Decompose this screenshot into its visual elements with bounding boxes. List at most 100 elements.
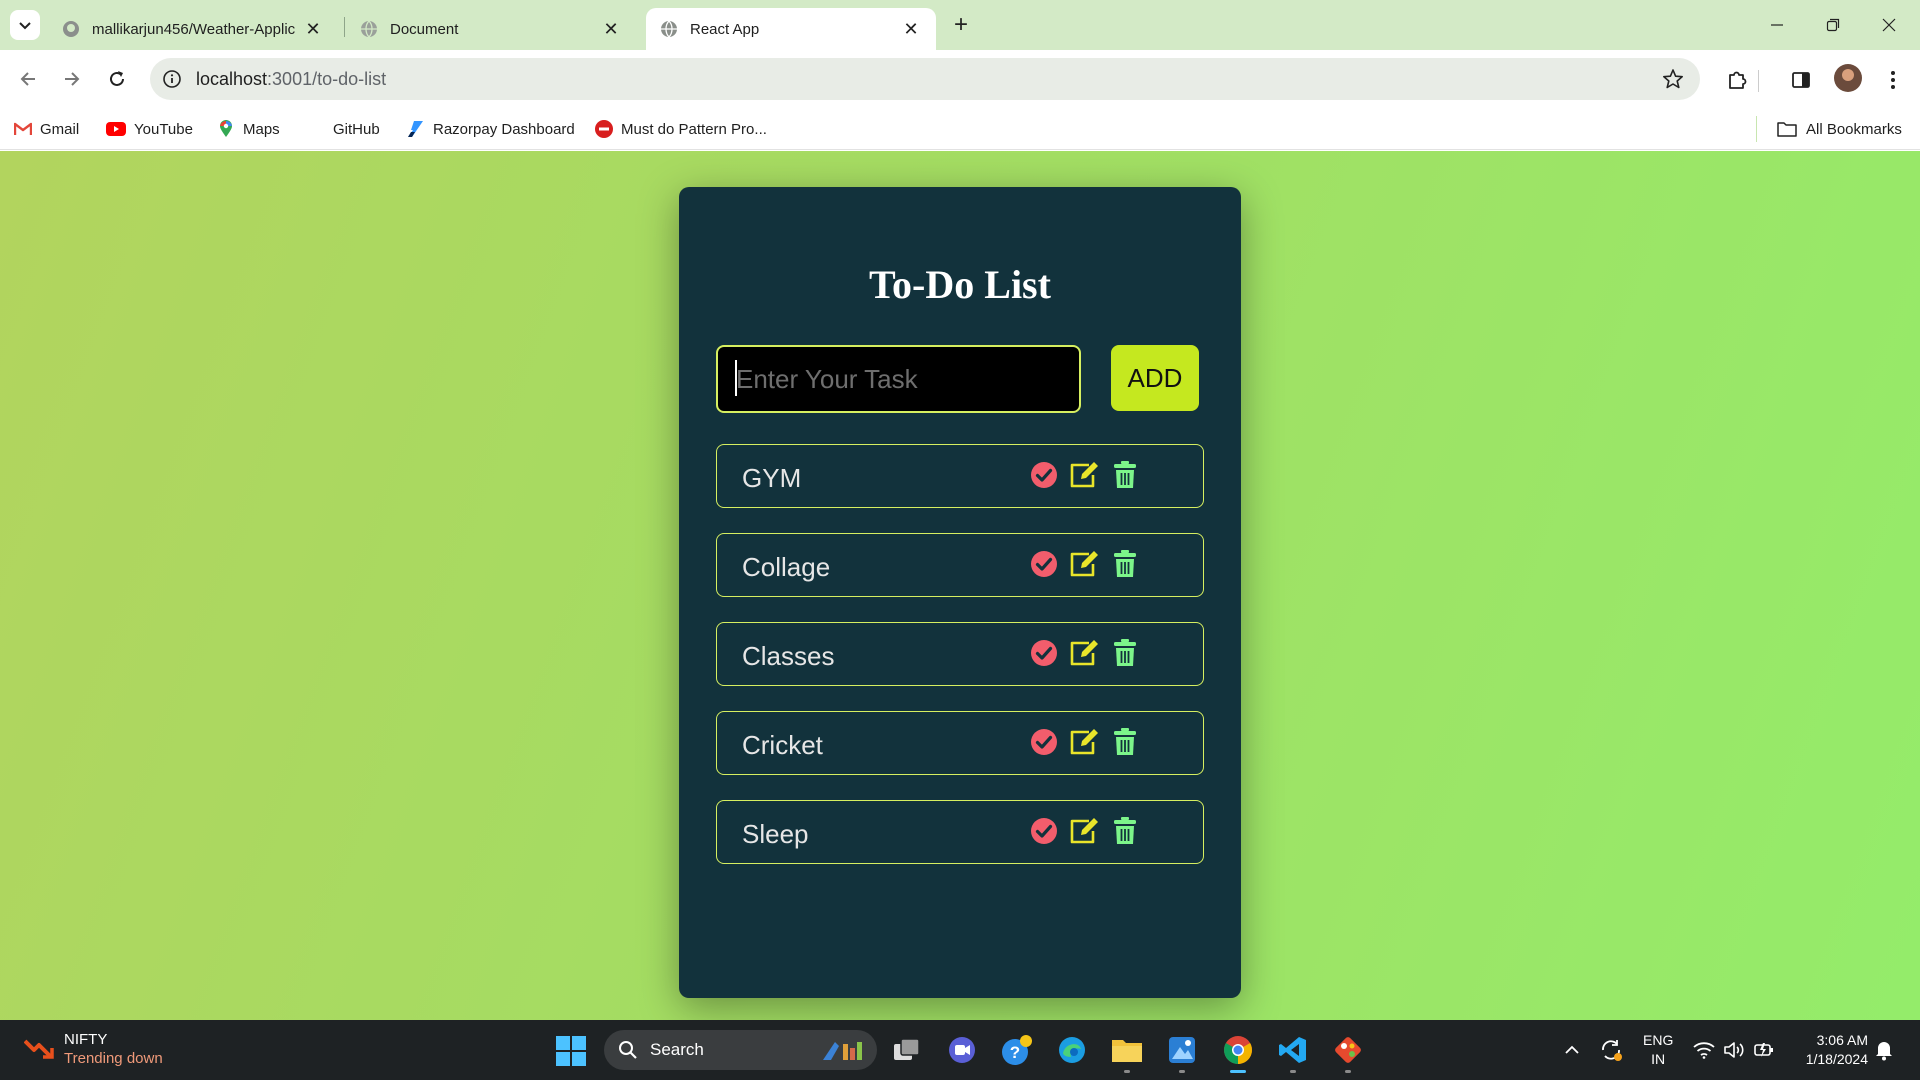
bookmark-youtube[interactable]: YouTube [106, 118, 193, 140]
youtube-icon [106, 120, 126, 138]
todo-item: Classes [716, 622, 1204, 686]
delete-icon[interactable] [1110, 816, 1140, 846]
wifi-icon [1693, 1042, 1715, 1059]
bookmark-github[interactable]: GitHub [333, 118, 380, 140]
chat-icon [949, 1037, 975, 1063]
bookmark-label: YouTube [134, 120, 193, 138]
language-indicator[interactable]: ENG IN [1643, 1031, 1673, 1069]
notifications-button[interactable] [1872, 1038, 1896, 1062]
bell-icon [1876, 1042, 1892, 1061]
volume-status[interactable] [1722, 1038, 1746, 1062]
tab-search-button[interactable] [10, 10, 40, 40]
delete-icon[interactable] [1110, 460, 1140, 490]
sync-status[interactable] [1599, 1038, 1623, 1062]
delete-icon[interactable] [1110, 727, 1140, 757]
edit-icon[interactable] [1069, 460, 1099, 490]
text-caret [735, 360, 737, 396]
start-button[interactable] [556, 1036, 586, 1066]
edit-icon[interactable] [1069, 727, 1099, 757]
tab-document[interactable]: Document ✕ [346, 8, 636, 50]
news-widget[interactable]: NIFTY Trending down [24, 1030, 163, 1068]
running-indicator [1179, 1070, 1185, 1073]
tab-strip: mallikarjun456/Weather-Applic ✕ Document… [0, 0, 1920, 50]
chrome-icon [1224, 1036, 1252, 1064]
complete-icon[interactable] [1029, 816, 1059, 846]
speaker-icon [1724, 1042, 1744, 1058]
bookmark-maps[interactable]: Maps [217, 118, 280, 140]
file-explorer-app[interactable] [1110, 1033, 1144, 1073]
reload-button[interactable] [102, 64, 132, 94]
clock[interactable]: 3:06 AM 1/18/2024 [1788, 1031, 1868, 1069]
teams-app[interactable] [945, 1033, 979, 1067]
svg-text:?: ? [1010, 1043, 1020, 1062]
running-indicator [1124, 1070, 1130, 1073]
tab-title: React App [690, 20, 760, 38]
arrow-left-icon [20, 72, 35, 86]
show-hidden-icons[interactable] [1560, 1038, 1584, 1062]
edit-icon[interactable] [1069, 816, 1099, 846]
delete-icon[interactable] [1110, 549, 1140, 579]
complete-icon[interactable] [1029, 727, 1059, 757]
task-view-button[interactable] [890, 1033, 924, 1067]
close-icon[interactable]: ✕ [302, 18, 324, 40]
todo-item: GYM [716, 444, 1204, 508]
minimize-button[interactable] [1754, 10, 1800, 40]
search-label: Search [650, 1040, 704, 1059]
close-icon [1882, 18, 1896, 32]
star-icon[interactable] [1662, 68, 1684, 90]
back-button[interactable] [13, 64, 43, 94]
side-panel-button[interactable] [1788, 67, 1814, 93]
add-button[interactable]: ADD [1111, 345, 1199, 411]
close-icon[interactable]: ✕ [900, 18, 922, 40]
complete-icon[interactable] [1029, 460, 1059, 490]
bookmark-razorpay[interactable]: Razorpay Dashboard [407, 118, 575, 140]
edge-app[interactable] [1055, 1033, 1089, 1067]
taskbar-search[interactable]: Search [604, 1030, 877, 1070]
bookmark-pattern[interactable]: Must do Pattern Pro... [595, 118, 767, 140]
new-tab-button[interactable]: + [948, 12, 974, 38]
delete-icon[interactable] [1110, 638, 1140, 668]
close-icon[interactable]: ✕ [600, 18, 622, 40]
extensions-button[interactable] [1724, 67, 1750, 93]
all-bookmarks-button[interactable]: All Bookmarks [1776, 118, 1902, 140]
todo-text: Collage [742, 552, 831, 582]
todo-card: To-Do List ADD GYM Collage Classes [679, 187, 1241, 998]
vscode-app[interactable] [1276, 1033, 1310, 1073]
battery-status[interactable] [1752, 1038, 1776, 1062]
edit-icon[interactable] [1069, 638, 1099, 668]
window-close-button[interactable] [1866, 10, 1912, 40]
bookmarks-divider [1756, 116, 1757, 142]
git-icon [1335, 1037, 1361, 1063]
news-subtitle: Trending down [64, 1050, 163, 1067]
task-view-icon [894, 1038, 920, 1060]
tuf-icon [595, 120, 613, 138]
photos-app[interactable] [1165, 1033, 1199, 1073]
bookmark-gmail[interactable]: Gmail [14, 118, 79, 140]
tab-weather-app[interactable]: mallikarjun456/Weather-Applic ✕ [48, 8, 338, 50]
bookmark-label: Razorpay Dashboard [433, 120, 575, 138]
help-app[interactable]: ? [1000, 1033, 1034, 1067]
complete-icon[interactable] [1029, 549, 1059, 579]
toolbar-divider [1758, 70, 1759, 92]
github-icon [62, 20, 80, 38]
info-icon[interactable] [162, 69, 182, 89]
wifi-status[interactable] [1692, 1038, 1716, 1062]
reload-icon [110, 71, 124, 86]
tab-react-app[interactable]: React App ✕ [646, 8, 936, 50]
menu-button[interactable] [1880, 67, 1906, 93]
complete-icon[interactable] [1029, 638, 1059, 668]
chrome-app[interactable] [1221, 1033, 1255, 1073]
profile-avatar[interactable] [1834, 64, 1862, 92]
task-input[interactable] [716, 345, 1081, 413]
folder-icon [1776, 120, 1798, 138]
edit-icon[interactable] [1069, 549, 1099, 579]
page-background: To-Do List ADD GYM Collage Classes [0, 151, 1920, 1020]
side-panel-icon [1792, 72, 1810, 88]
restore-button[interactable] [1810, 10, 1856, 40]
running-indicator [1290, 1070, 1296, 1073]
forward-button[interactable] [57, 64, 87, 94]
vscode-icon [1279, 1037, 1306, 1063]
git-app[interactable] [1331, 1033, 1365, 1073]
address-bar[interactable]: localhost:3001/to-do-list [150, 58, 1700, 100]
tab-title: mallikarjun456/Weather-Applic [92, 20, 296, 38]
